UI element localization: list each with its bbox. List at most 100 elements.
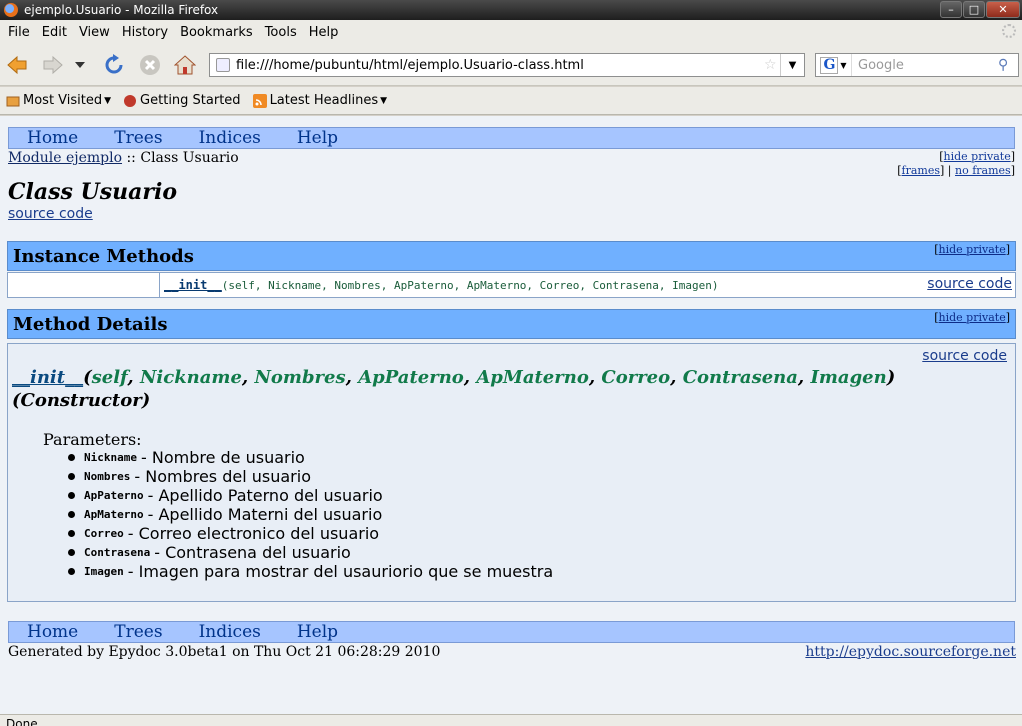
bullet bbox=[68, 530, 75, 537]
stop-button[interactable] bbox=[137, 52, 163, 78]
param-name: ApPaterno bbox=[84, 489, 144, 502]
home-button[interactable] bbox=[172, 52, 198, 78]
maximize-button[interactable]: □ bbox=[963, 1, 985, 18]
menu-edit[interactable]: Edit bbox=[38, 25, 71, 40]
breadcrumb-separator: :: bbox=[126, 150, 136, 166]
close-button[interactable]: ✕ bbox=[986, 1, 1020, 18]
url-dropdown-button[interactable]: ▼ bbox=[780, 54, 804, 76]
nav-home[interactable]: Home bbox=[27, 128, 78, 148]
search-input[interactable]: Google bbox=[852, 58, 998, 73]
menu-tools[interactable]: Tools bbox=[261, 25, 301, 40]
bookmark-label: Latest Headlines bbox=[269, 93, 379, 108]
frames-links: [frames] | no frames] bbox=[897, 164, 1015, 177]
method-details-heading: Method Details [hide private] bbox=[7, 309, 1016, 339]
bookmarks-toolbar: Most Visited ▼ Getting Started Latest He… bbox=[0, 87, 1022, 115]
breadcrumb: Module ejemplo :: Class Usuario bbox=[8, 150, 239, 166]
list-item: ApPaterno - Apellido Paterno del usuario bbox=[68, 486, 553, 505]
parameter-list: Nickname - Nombre de usuario Nombres - Nom… bbox=[68, 448, 553, 581]
search-bar[interactable]: G ▼ Google ⚲ bbox=[815, 53, 1019, 77]
list-item: Contrasena - Contrasena del usuario bbox=[68, 543, 553, 562]
bookmark-getting-started[interactable]: Getting Started bbox=[123, 93, 241, 108]
source-code-link[interactable]: source code bbox=[927, 276, 1012, 292]
arg-imagen: Imagen bbox=[810, 367, 887, 388]
section-title: Method Details bbox=[13, 313, 168, 335]
rss-feed-icon bbox=[252, 93, 267, 108]
bullet bbox=[68, 511, 75, 518]
chevron-down-icon: ▼ bbox=[840, 60, 847, 70]
url-bar[interactable]: file:///home/pubuntu/html/ejemplo.Usuari… bbox=[209, 53, 805, 77]
nav-help[interactable]: Help bbox=[297, 128, 338, 148]
frames-link[interactable]: frames bbox=[902, 164, 940, 177]
bullet bbox=[68, 492, 75, 499]
source-code-link[interactable]: source code bbox=[8, 206, 93, 222]
window-title: ejemplo.Usuario - Mozilla Firefox bbox=[24, 3, 219, 17]
nav-indices[interactable]: Indices bbox=[199, 622, 261, 642]
breadcrumb-current: Class Usuario bbox=[140, 150, 239, 166]
divider: | bbox=[947, 164, 952, 177]
google-icon: G bbox=[820, 56, 839, 74]
minimize-button[interactable]: – bbox=[940, 1, 962, 18]
bracket: ] bbox=[1005, 243, 1010, 256]
window-titlebar: ejemplo.Usuario - Mozilla Firefox – □ ✕ bbox=[0, 0, 1022, 20]
arg-correo: Correo bbox=[601, 367, 671, 388]
param-name: Nombres bbox=[84, 470, 131, 483]
window-controls: – □ ✕ bbox=[940, 1, 1020, 18]
hide-private-link[interactable]: hide private bbox=[939, 311, 1006, 324]
top-nav-strip: Home Trees Indices Help bbox=[8, 127, 1015, 149]
arg-appaterno: ApPaterno bbox=[358, 367, 464, 388]
method-link[interactable]: __init__ bbox=[164, 278, 222, 292]
nav-trees[interactable]: Trees bbox=[114, 128, 162, 148]
history-dropdown-button[interactable] bbox=[72, 52, 88, 78]
param-desc: - Imagen para mostrar del usauriorio que… bbox=[127, 562, 554, 581]
url-input[interactable]: file:///home/pubuntu/html/ejemplo.Usuari… bbox=[236, 58, 764, 73]
module-link[interactable]: Module ejemplo bbox=[8, 150, 122, 166]
chevron-down-icon bbox=[75, 62, 85, 68]
bookmark-label: Getting Started bbox=[140, 93, 241, 108]
nav-home[interactable]: Home bbox=[27, 622, 78, 642]
bookmark-most-visited[interactable]: Most Visited ▼ bbox=[6, 93, 111, 108]
forward-button[interactable] bbox=[40, 52, 66, 78]
bookmark-latest-headlines[interactable]: Latest Headlines ▼ bbox=[252, 93, 387, 108]
nav-help[interactable]: Help bbox=[297, 622, 338, 642]
bookmark-star-icon[interactable]: ☆ bbox=[764, 57, 780, 73]
hide-private-link[interactable]: hide private bbox=[944, 150, 1011, 163]
chevron-down-icon: ▼ bbox=[104, 95, 112, 106]
menu-bookmarks[interactable]: Bookmarks bbox=[176, 25, 257, 40]
generated-by-text: Generated by Epydoc 3.0beta1 on Thu Oct … bbox=[8, 644, 441, 660]
list-item: ApMaterno - Apellido Materni del usuario bbox=[68, 505, 553, 524]
bullet bbox=[68, 473, 75, 480]
bracket: ] bbox=[940, 164, 945, 177]
source-code-link[interactable]: source code bbox=[922, 348, 1007, 364]
section-title: Instance Methods bbox=[13, 245, 194, 267]
menu-view[interactable]: View bbox=[75, 25, 114, 40]
menu-help[interactable]: Help bbox=[305, 25, 343, 40]
firefox-icon bbox=[4, 3, 18, 17]
hide-private-links: [hide private] bbox=[934, 311, 1010, 324]
method-summary-row: __init__ (self, Nickname, Nombres, ApPat… bbox=[7, 272, 1016, 298]
hide-private-link[interactable]: hide private bbox=[939, 243, 1006, 256]
menu-history[interactable]: History bbox=[118, 25, 172, 40]
method-name: __init__ bbox=[12, 367, 84, 388]
param-desc: - Nombre de usuario bbox=[140, 448, 305, 467]
method-details-box: source code __init__(self, Nickname, Nom… bbox=[7, 343, 1016, 602]
bottom-nav-strip: Home Trees Indices Help bbox=[8, 621, 1015, 643]
search-icon[interactable]: ⚲ bbox=[998, 57, 1018, 73]
home-icon bbox=[174, 55, 196, 75]
method-signature-heading: __init__(self, Nickname, Nombres, ApPate… bbox=[12, 367, 896, 411]
arg-nickname: Nickname bbox=[139, 367, 242, 388]
param-name: Nickname bbox=[84, 451, 137, 464]
menu-file[interactable]: File bbox=[4, 25, 34, 40]
navigation-toolbar: file:///home/pubuntu/html/ejemplo.Usuari… bbox=[0, 44, 1022, 86]
nav-indices[interactable]: Indices bbox=[199, 128, 261, 148]
menu-bar: File Edit View History Bookmarks Tools H… bbox=[0, 20, 1022, 44]
epydoc-link[interactable]: http://epydoc.sourceforge.net bbox=[805, 644, 1016, 660]
page-content: Home Trees Indices Help Module ejemplo :… bbox=[0, 116, 1022, 714]
list-item: Correo - Correo electronico del usuario bbox=[68, 524, 553, 543]
page-title: Class Usuario bbox=[8, 179, 177, 205]
nav-trees[interactable]: Trees bbox=[114, 622, 162, 642]
no-frames-link[interactable]: no frames bbox=[955, 164, 1011, 177]
reload-button[interactable] bbox=[101, 52, 127, 78]
search-engine-selector[interactable]: G ▼ bbox=[816, 54, 852, 76]
method-signature: (self, Nickname, Nombres, ApPaterno, ApM… bbox=[221, 278, 719, 292]
back-button[interactable] bbox=[4, 52, 30, 78]
